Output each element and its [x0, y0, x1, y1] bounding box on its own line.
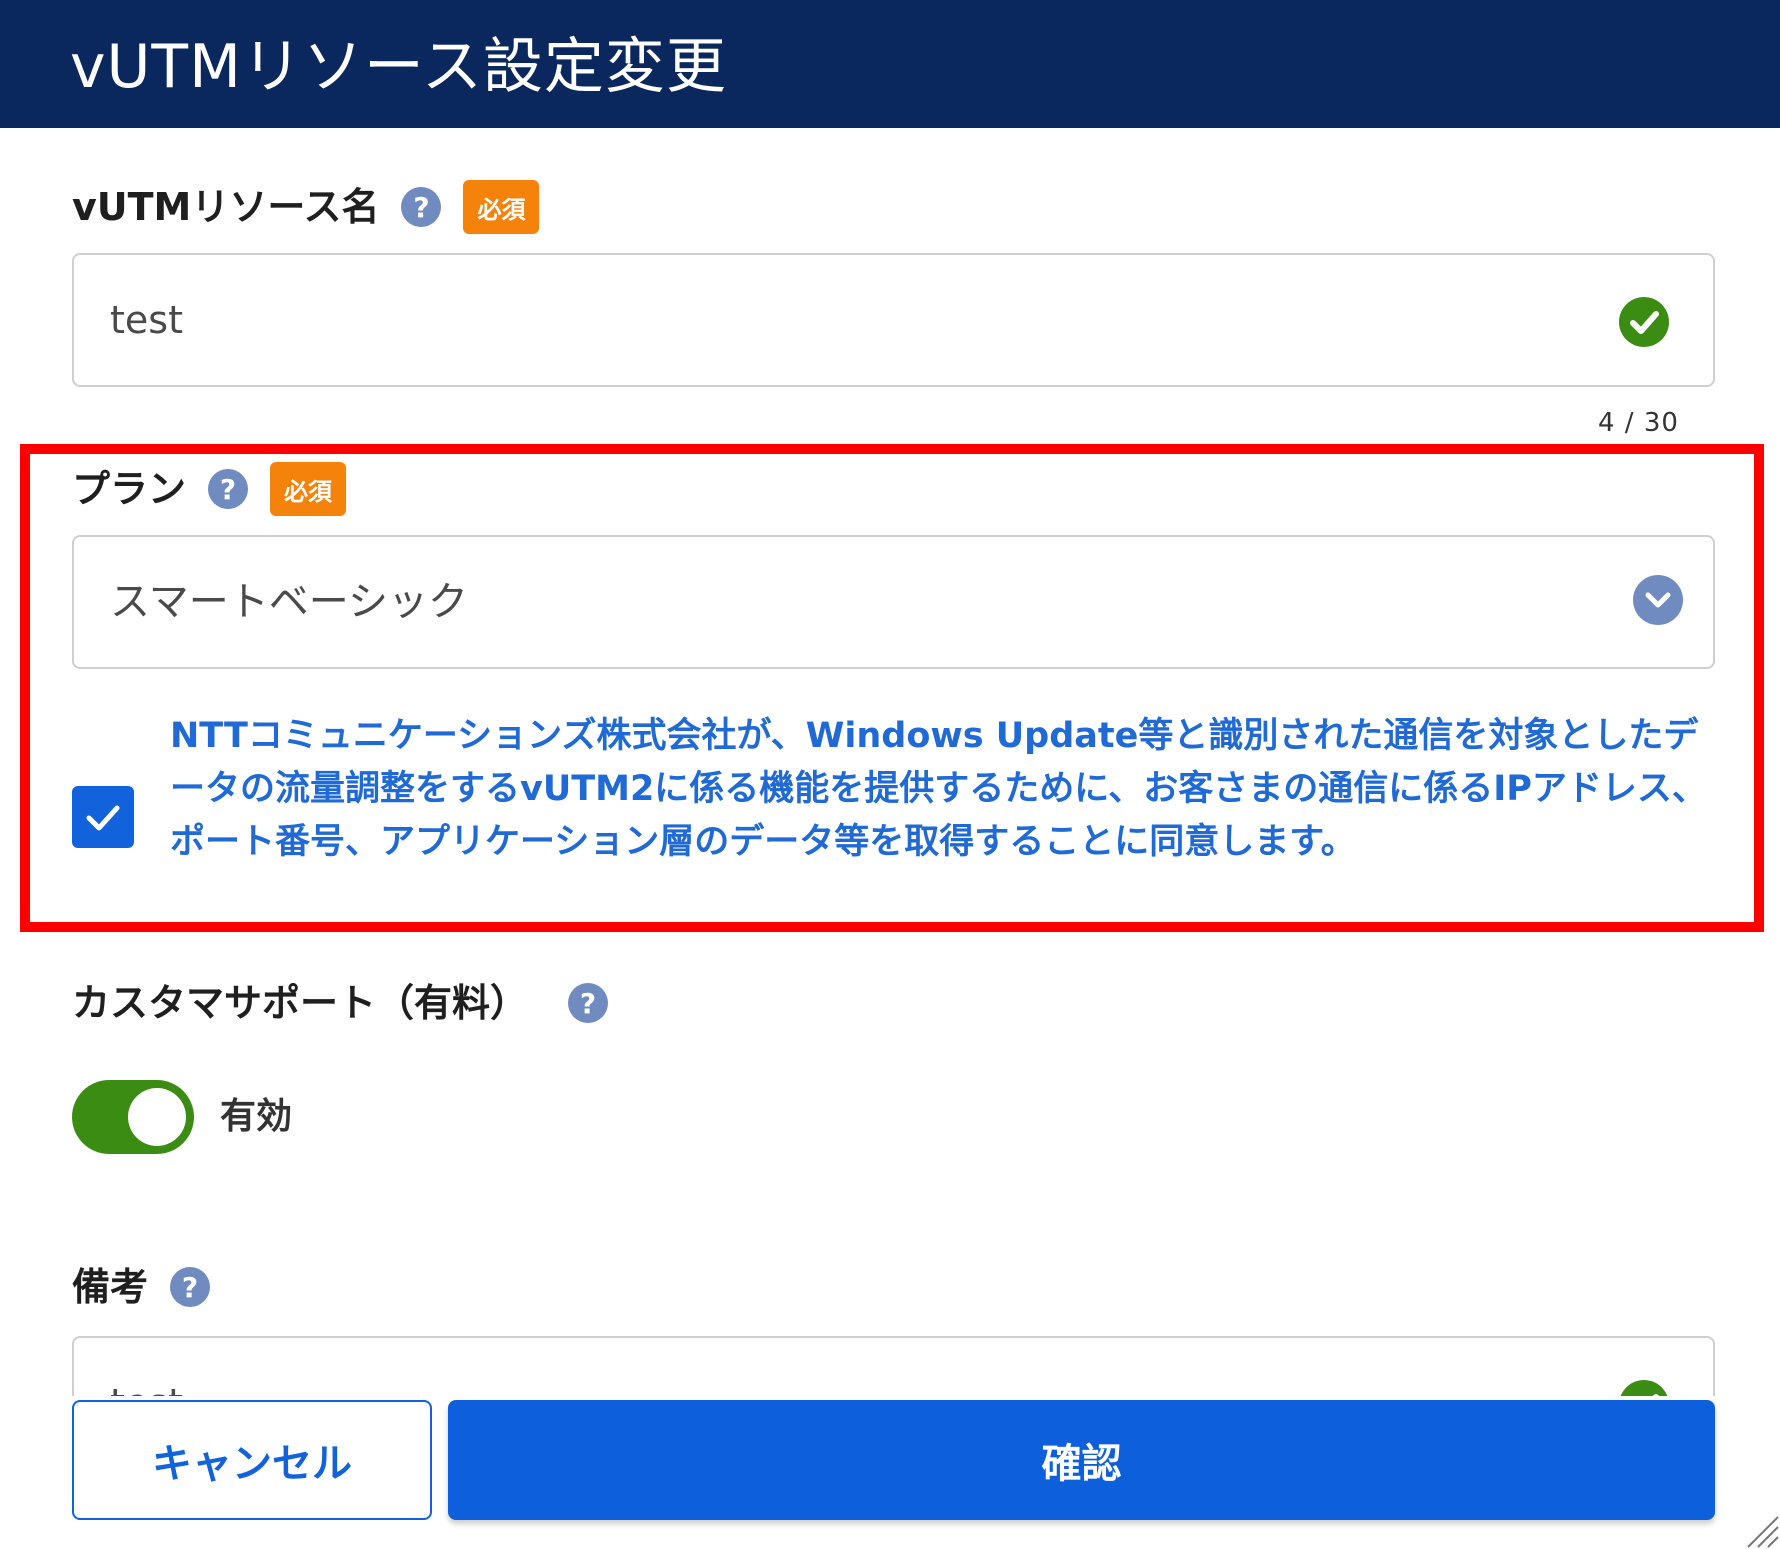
confirm-button[interactable]: 確認: [448, 1400, 1715, 1520]
plan-label-row: プラン ? 必須: [72, 462, 347, 516]
plan-select[interactable]: スマートベーシック: [72, 535, 1715, 669]
custom-support-toggle-label: 有効: [220, 1096, 293, 1137]
plan-label: プラン: [72, 467, 187, 511]
remarks-help-icon[interactable]: ?: [170, 1267, 211, 1307]
resource-name-input[interactable]: test: [72, 253, 1715, 387]
resource-name-label: vUTMリソース名: [72, 185, 380, 229]
custom-support-toggle[interactable]: [72, 1080, 194, 1154]
custom-support-label-row: カスタマサポート（有料） ?: [72, 980, 609, 1026]
custom-support-label: カスタマサポート（有料）: [72, 981, 529, 1025]
dialog-title: vUTMリソース設定変更: [70, 32, 727, 102]
resource-name-required-badge: 必須: [463, 180, 540, 234]
resource-name-label-row: vUTMリソース名 ? 必須: [72, 180, 540, 234]
dialog-header: vUTMリソース設定変更: [0, 0, 1780, 128]
remarks-label: 備考: [72, 1265, 149, 1309]
remarks-label-row: 備考 ?: [72, 1264, 211, 1310]
custom-support-help-icon[interactable]: ?: [568, 983, 609, 1023]
resource-name-help-icon[interactable]: ?: [401, 187, 442, 227]
toggle-knob: [128, 1088, 186, 1146]
cancel-button[interactable]: キャンセル: [72, 1400, 432, 1520]
resource-name-char-count: 4 / 30: [1598, 408, 1679, 438]
consent-checkbox[interactable]: [72, 786, 134, 848]
dialog-footer: キャンセル 確認: [0, 1396, 1780, 1549]
checkbox-check-icon: [86, 805, 120, 831]
plan-selected-value: スマートベーシック: [110, 579, 468, 625]
consent-text[interactable]: NTTコミュニケーションズ株式会社が、Windows Update等と識別された…: [170, 710, 1710, 869]
check-circle-icon: [1619, 297, 1669, 347]
plan-help-icon[interactable]: ?: [208, 469, 249, 509]
resource-settings-dialog: vUTMリソース設定変更 vUTMリソース名 ? 必須 test 4 / 30 …: [0, 0, 1780, 1549]
plan-required-badge: 必須: [270, 462, 347, 516]
chevron-down-icon[interactable]: [1633, 575, 1683, 625]
resize-handle-icon[interactable]: [1740, 1509, 1780, 1549]
resource-name-value: test: [110, 298, 183, 342]
